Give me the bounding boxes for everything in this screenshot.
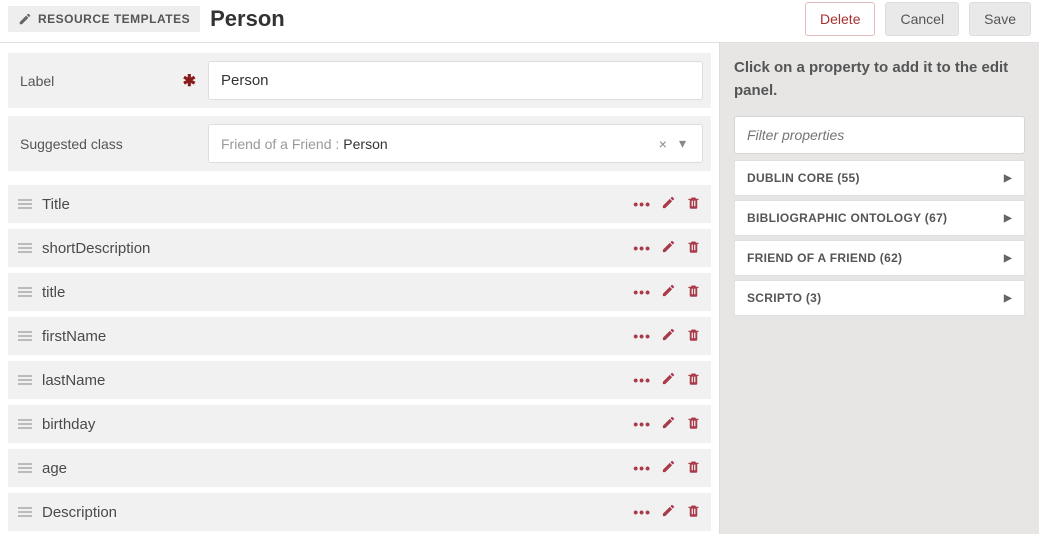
label-row: Label ✱	[8, 53, 711, 108]
trash-icon[interactable]	[686, 239, 701, 257]
chevron-right-icon: ▶	[1004, 253, 1012, 264]
edit-icon[interactable]	[661, 503, 676, 521]
property-row: lastName •••	[8, 361, 711, 399]
property-row: title •••	[8, 273, 711, 311]
edit-icon[interactable]	[661, 327, 676, 345]
drag-handle-icon[interactable]	[18, 463, 32, 473]
chevron-down-icon[interactable]: ▾	[675, 135, 690, 152]
suggested-class-label: Suggested class	[8, 122, 208, 166]
property-label: shortDescription	[42, 240, 623, 257]
edit-icon[interactable]	[661, 239, 676, 257]
breadcrumb-label: RESOURCE TEMPLATES	[38, 12, 190, 26]
suggested-class-select[interactable]: Friend of a Friend : Person × ▾	[208, 124, 703, 163]
edit-icon[interactable]	[661, 459, 676, 477]
property-selector-panel: Click on a property to add it to the edi…	[719, 43, 1039, 534]
property-actions: •••	[633, 371, 701, 389]
property-row: Description •••	[8, 493, 711, 531]
vocab-label: DUBLIN CORE (55)	[747, 171, 860, 185]
property-label: Title	[42, 196, 623, 213]
property-actions: •••	[633, 239, 701, 257]
more-icon[interactable]: •••	[633, 372, 651, 388]
property-actions: •••	[633, 283, 701, 301]
property-actions: •••	[633, 459, 701, 477]
property-label: birthday	[42, 416, 623, 433]
property-row: firstName •••	[8, 317, 711, 355]
vocab-list: DUBLIN CORE (55) ▶ BIBLIOGRAPHIC ONTOLOG…	[734, 160, 1025, 316]
label-text: Label	[20, 73, 54, 89]
page-header: RESOURCE TEMPLATES Person Delete Cancel …	[0, 0, 1039, 43]
suggested-class-row: Suggested class Friend of a Friend : Per…	[8, 116, 711, 171]
more-icon[interactable]: •••	[633, 416, 651, 432]
save-button[interactable]: Save	[969, 2, 1031, 36]
drag-handle-icon[interactable]	[18, 507, 32, 517]
trash-icon[interactable]	[686, 459, 701, 477]
property-label: age	[42, 460, 623, 477]
class-label-text: Suggested class	[20, 136, 123, 152]
edit-icon[interactable]	[661, 283, 676, 301]
vocab-item[interactable]: DUBLIN CORE (55) ▶	[734, 160, 1025, 196]
property-row: age •••	[8, 449, 711, 487]
property-actions: •••	[633, 195, 701, 213]
drag-handle-icon[interactable]	[18, 375, 32, 385]
clear-class-icon[interactable]: ×	[655, 136, 671, 152]
property-row: Title •••	[8, 185, 711, 223]
label-field-label: Label ✱	[8, 57, 208, 105]
more-icon[interactable]: •••	[633, 328, 651, 344]
vocab-label: BIBLIOGRAPHIC ONTOLOGY (67)	[747, 211, 947, 225]
property-row: shortDescription •••	[8, 229, 711, 267]
vocab-item[interactable]: FRIEND OF A FRIEND (62) ▶	[734, 240, 1025, 276]
page-title: Person	[210, 6, 795, 32]
drag-handle-icon[interactable]	[18, 243, 32, 253]
chevron-right-icon: ▶	[1004, 173, 1012, 184]
trash-icon[interactable]	[686, 283, 701, 301]
vocab-item[interactable]: SCRIPTO (3) ▶	[734, 280, 1025, 316]
more-icon[interactable]: •••	[633, 240, 651, 256]
property-label: Description	[42, 504, 623, 521]
filter-properties-input[interactable]	[734, 116, 1025, 154]
drag-handle-icon[interactable]	[18, 287, 32, 297]
edit-icon	[18, 12, 32, 26]
sidebar-hint: Click on a property to add it to the edi…	[734, 57, 1025, 102]
drag-handle-icon[interactable]	[18, 199, 32, 209]
delete-button[interactable]: Delete	[805, 2, 875, 36]
property-list: Title ••• shortDescription ••• tit	[8, 185, 711, 531]
class-prefix: Friend of a Friend :	[221, 136, 339, 152]
trash-icon[interactable]	[686, 503, 701, 521]
property-label: lastName	[42, 372, 623, 389]
vocab-item[interactable]: BIBLIOGRAPHIC ONTOLOGY (67) ▶	[734, 200, 1025, 236]
class-value: Person	[343, 136, 387, 152]
property-actions: •••	[633, 415, 701, 433]
more-icon[interactable]: •••	[633, 460, 651, 476]
trash-icon[interactable]	[686, 195, 701, 213]
required-icon: ✱	[183, 71, 196, 91]
edit-icon[interactable]	[661, 195, 676, 213]
main-layout: Label ✱ Suggested class Friend of a Frie…	[0, 43, 1039, 534]
edit-icon[interactable]	[661, 415, 676, 433]
edit-panel: Label ✱ Suggested class Friend of a Frie…	[0, 43, 719, 534]
vocab-label: FRIEND OF A FRIEND (62)	[747, 251, 902, 265]
more-icon[interactable]: •••	[633, 284, 651, 300]
trash-icon[interactable]	[686, 371, 701, 389]
chevron-right-icon: ▶	[1004, 293, 1012, 304]
property-row: birthday •••	[8, 405, 711, 443]
vocab-label: SCRIPTO (3)	[747, 291, 821, 305]
property-label: title	[42, 284, 623, 301]
property-actions: •••	[633, 503, 701, 521]
chevron-right-icon: ▶	[1004, 213, 1012, 224]
cancel-button[interactable]: Cancel	[885, 2, 959, 36]
trash-icon[interactable]	[686, 327, 701, 345]
more-icon[interactable]: •••	[633, 504, 651, 520]
edit-icon[interactable]	[661, 371, 676, 389]
more-icon[interactable]: •••	[633, 196, 651, 212]
property-actions: •••	[633, 327, 701, 345]
trash-icon[interactable]	[686, 415, 701, 433]
drag-handle-icon[interactable]	[18, 419, 32, 429]
drag-handle-icon[interactable]	[18, 331, 32, 341]
breadcrumb[interactable]: RESOURCE TEMPLATES	[8, 6, 200, 32]
label-input[interactable]	[208, 61, 703, 100]
property-label: firstName	[42, 328, 623, 345]
